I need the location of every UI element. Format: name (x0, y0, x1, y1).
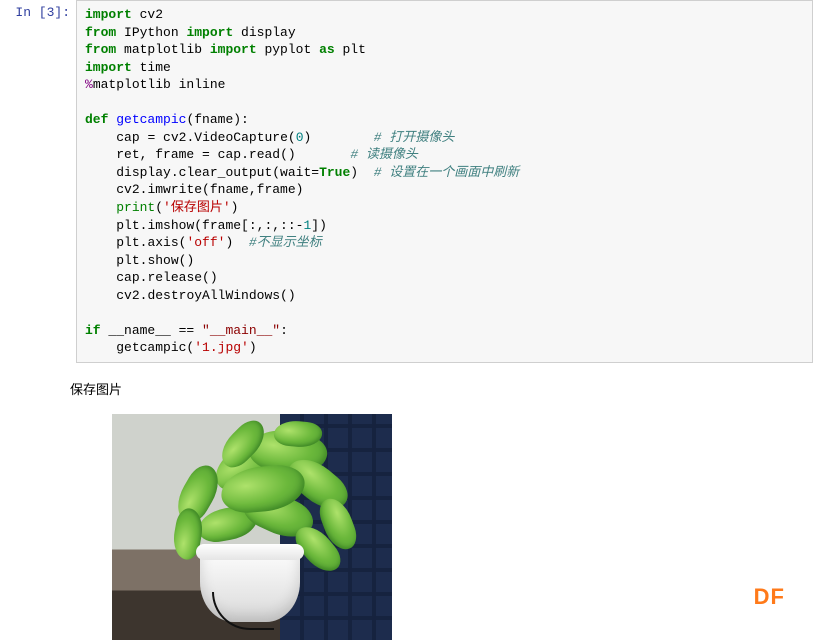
output-area: 保存图片 (70, 363, 813, 640)
code-cell: In [3]: import cv2 from IPython import d… (0, 0, 813, 363)
kw-import: import (85, 7, 132, 22)
input-prompt: In [3]: (0, 0, 76, 25)
output-image (112, 414, 392, 640)
stdout-text: 保存图片 (70, 369, 805, 404)
code-editor[interactable]: import cv2 from IPython import display f… (76, 0, 813, 363)
watermark-text: DF (754, 584, 785, 610)
